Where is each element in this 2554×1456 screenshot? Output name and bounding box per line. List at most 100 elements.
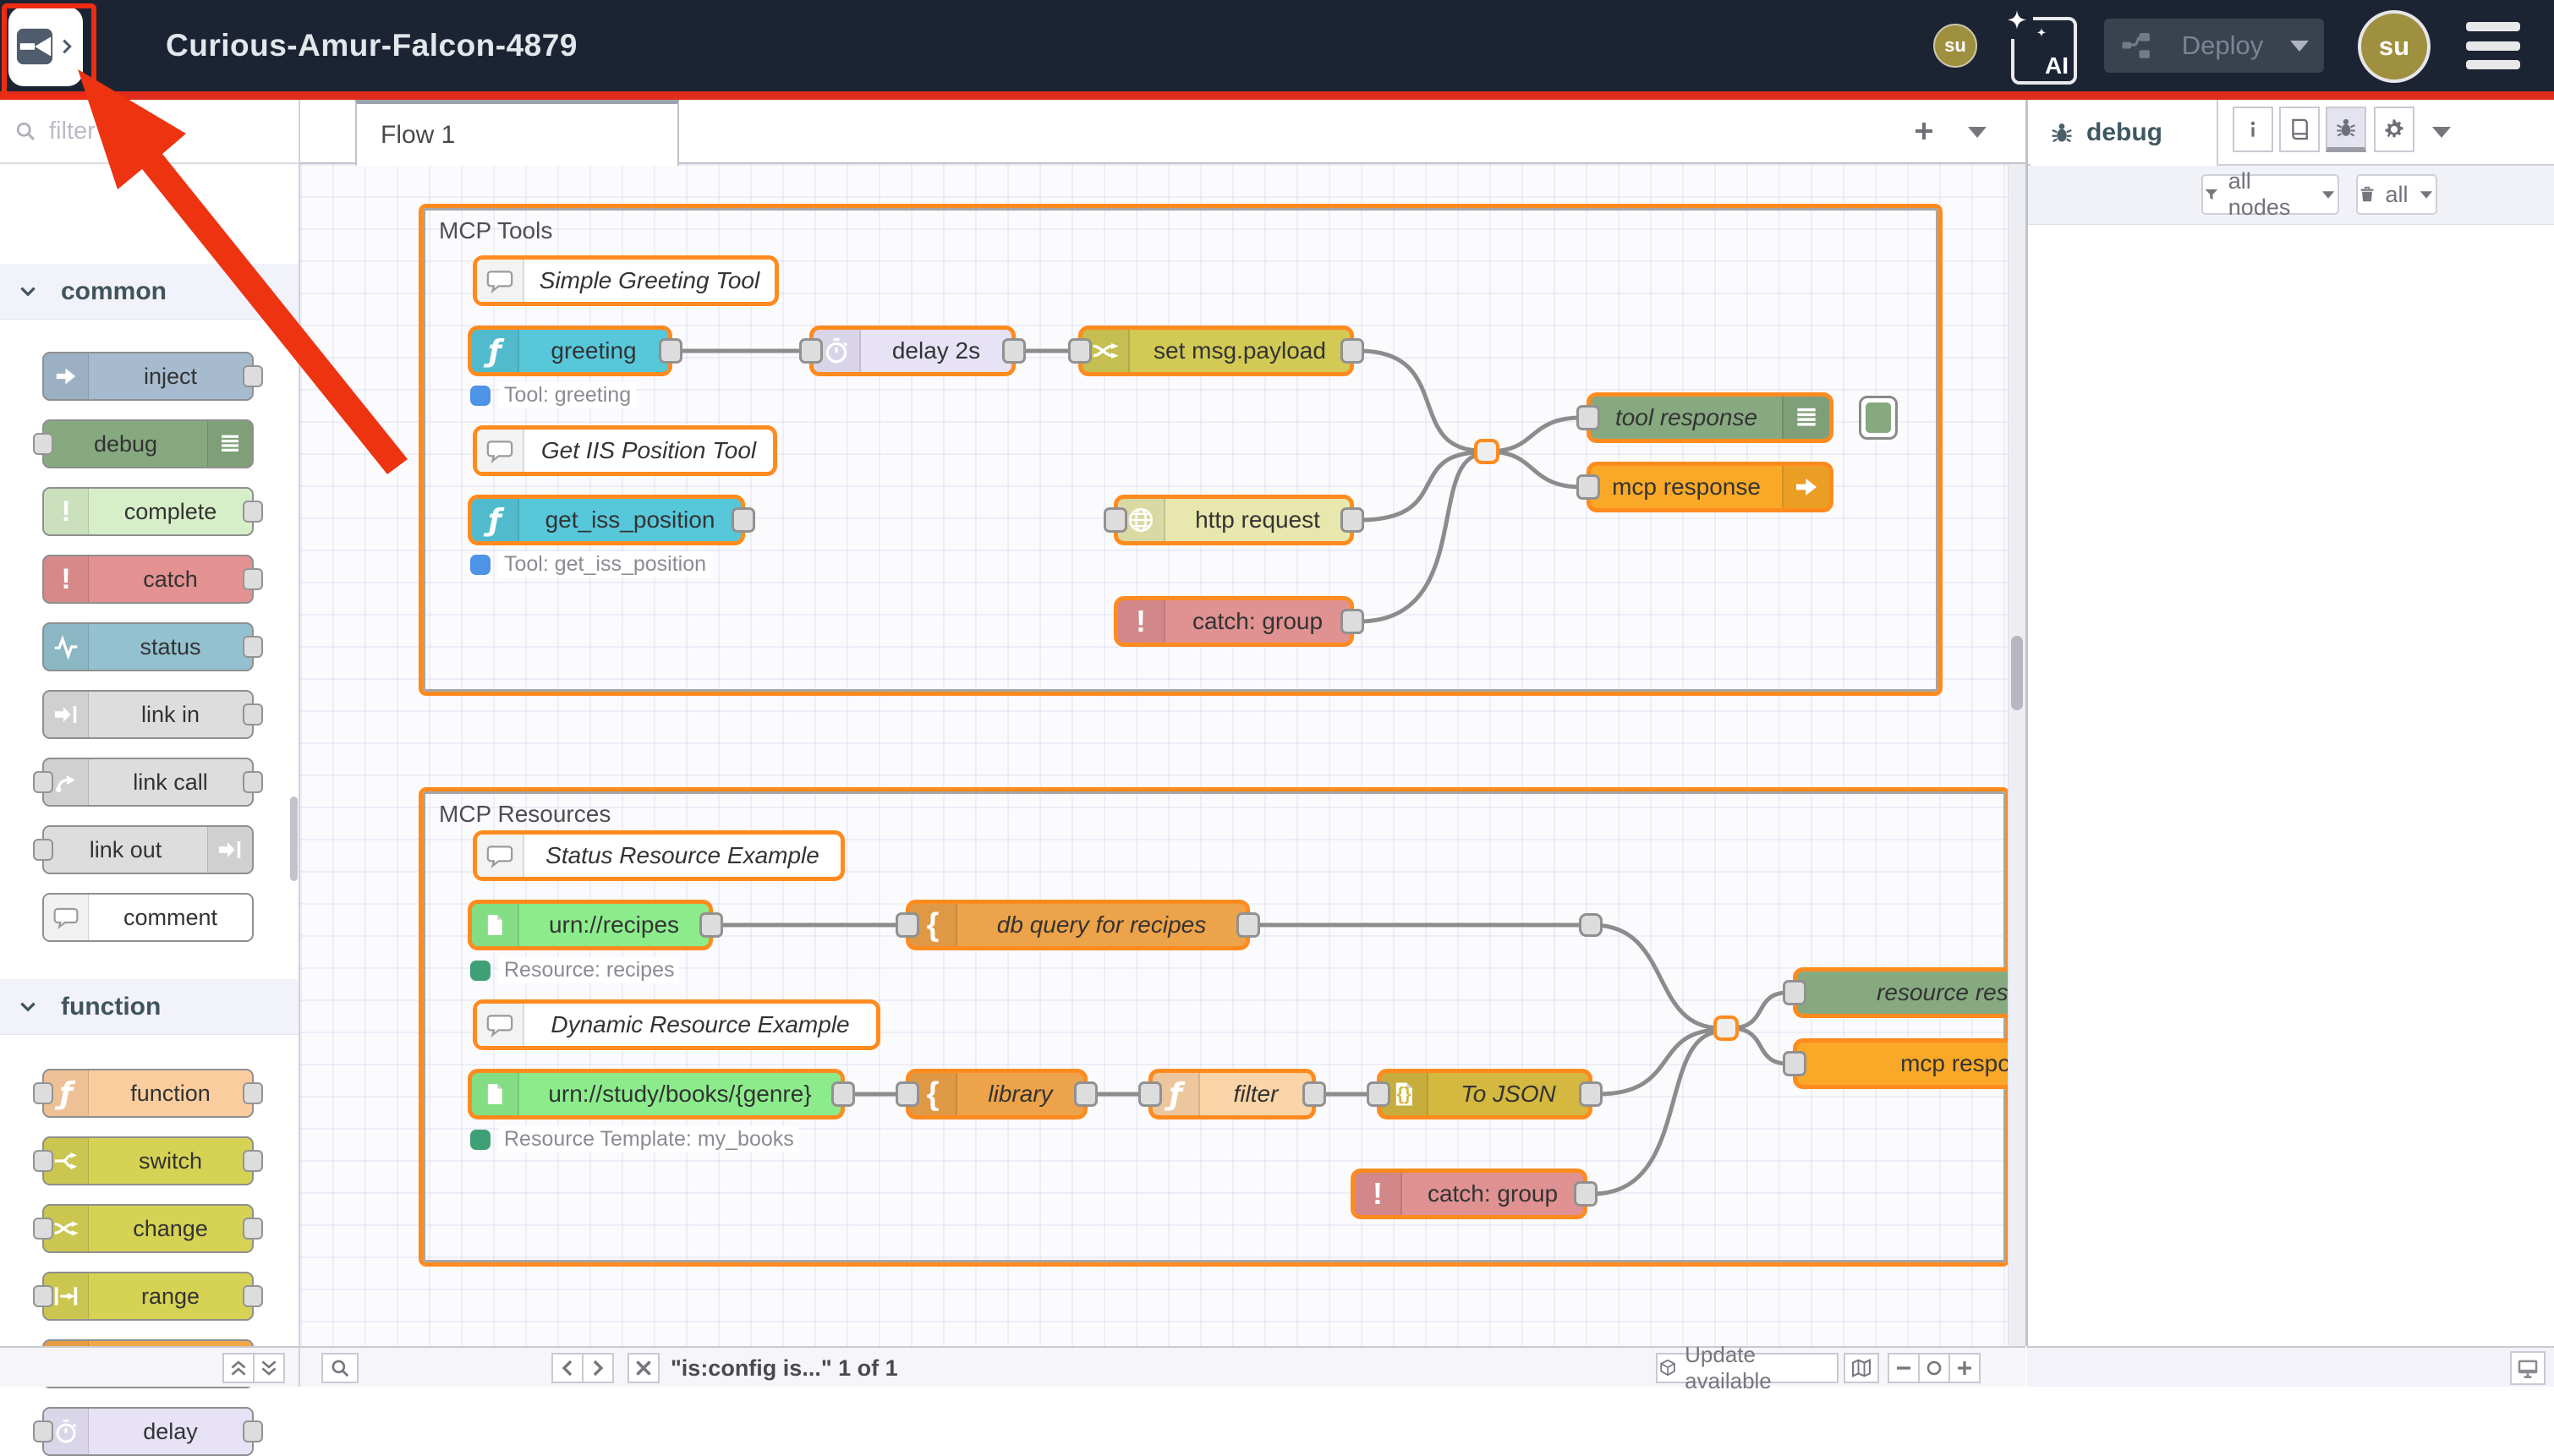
output-port[interactable] [243, 636, 263, 658]
input-port[interactable] [33, 1218, 53, 1240]
output-port[interactable] [659, 338, 682, 364]
palette-node-change[interactable]: change [42, 1204, 254, 1253]
node-greeting[interactable]: ƒ greeting [468, 326, 672, 376]
output-port[interactable] [1579, 1081, 1603, 1107]
node-mcp-response-tools[interactable]: mcp response [1587, 462, 1833, 512]
flow-canvas[interactable]: MCP Tools Simple Greeting Tool ƒ greetin… [300, 164, 2025, 1346]
wire-junction[interactable] [1474, 439, 1499, 464]
output-port[interactable] [1236, 912, 1260, 938]
canvas-scrollbar[interactable] [2008, 164, 2026, 1346]
output-port[interactable] [243, 1082, 263, 1104]
palette-node-link-in[interactable]: link in [42, 690, 254, 739]
comment-simple-greeting-tool[interactable]: Simple Greeting Tool [473, 255, 779, 306]
palette-node-link-out[interactable]: link out [42, 825, 254, 874]
output-port[interactable] [243, 703, 263, 725]
node-db-query-for-recipes[interactable]: { db query for recipes [906, 900, 1250, 950]
debug-panel-button[interactable] [2326, 107, 2366, 152]
output-port[interactable] [1002, 338, 1026, 364]
palette-category-common[interactable]: common [0, 264, 299, 320]
node-library[interactable]: { library [906, 1069, 1088, 1119]
node-http-request[interactable]: http request [1114, 495, 1354, 545]
update-available-button[interactable]: Update available [1656, 1353, 1839, 1383]
input-port[interactable] [33, 839, 53, 861]
palette-node-debug[interactable]: debug [42, 419, 254, 468]
output-port[interactable] [243, 1150, 263, 1172]
output-port[interactable] [1074, 1081, 1098, 1107]
output-port[interactable] [243, 1285, 263, 1307]
ai-assistant-button[interactable]: AI [2011, 17, 2077, 85]
output-port[interactable] [1340, 609, 1364, 634]
palette-collapse-up-button[interactable] [222, 1353, 255, 1383]
input-port[interactable] [33, 771, 53, 793]
user-badge-small[interactable]: su [1933, 24, 1977, 68]
minimap-button[interactable] [1844, 1353, 1879, 1383]
palette-node-link-call[interactable]: link call [42, 758, 254, 807]
debug-filter-button[interactable]: all nodes [2201, 174, 2339, 215]
output-port[interactable] [1340, 338, 1364, 364]
palette-scrollbar-thumb[interactable] [290, 796, 298, 881]
expand-sidebar-button[interactable] [2510, 1351, 2546, 1385]
output-port[interactable] [1340, 507, 1364, 533]
input-port[interactable] [33, 1150, 53, 1172]
info-panel-button[interactable] [2233, 107, 2273, 152]
node-tool-response[interactable]: tool response [1587, 392, 1833, 443]
output-port[interactable] [243, 568, 263, 590]
debug-enable-toggle[interactable] [1859, 396, 1898, 440]
output-port[interactable] [831, 1081, 855, 1107]
debug-message-list[interactable] [2028, 226, 2554, 1346]
zoom-reset-button[interactable] [1918, 1353, 1950, 1383]
input-port[interactable] [33, 1420, 53, 1442]
input-port[interactable] [1783, 980, 1806, 1005]
node-set-msg-payload[interactable]: set msg.payload [1078, 326, 1354, 376]
comment-dynamic-resource-example[interactable]: Dynamic Resource Example [473, 999, 880, 1050]
search-flows-button[interactable] [321, 1353, 359, 1383]
input-port[interactable] [896, 912, 919, 938]
output-port[interactable] [243, 771, 263, 793]
input-port[interactable] [1138, 1081, 1162, 1107]
node-filter[interactable]: ƒ filter [1148, 1069, 1316, 1119]
palette-node-complete[interactable]: ! complete [42, 487, 254, 536]
node-catch-group-tools[interactable]: ! catch: group [1114, 596, 1354, 647]
comment-get-iss-position-tool[interactable]: Get IIS Position Tool [473, 425, 777, 476]
palette-collapse-down-button[interactable] [253, 1353, 285, 1383]
palette-search[interactable] [0, 100, 299, 164]
search-next-button[interactable] [582, 1353, 614, 1383]
input-port[interactable] [799, 338, 823, 364]
add-flow-button[interactable] [1911, 118, 1937, 144]
output-port[interactable] [243, 1218, 263, 1240]
output-port[interactable] [243, 501, 263, 523]
flow-list-caret[interactable] [1968, 127, 1987, 138]
input-port[interactable] [1104, 507, 1127, 533]
node-mcp-response-resources[interactable]: mcp response [1793, 1038, 2025, 1089]
node-catch-group-resources[interactable]: ! catch: group [1351, 1169, 1587, 1219]
tab-flow-1[interactable]: Flow 1 [355, 100, 679, 166]
tab-debug[interactable]: debug [2031, 100, 2218, 166]
palette-node-range[interactable]: range [42, 1272, 254, 1321]
zoom-out-button[interactable] [1888, 1353, 1920, 1383]
input-port[interactable] [1576, 405, 1600, 430]
user-avatar[interactable]: su [2358, 10, 2431, 83]
help-panel-button[interactable] [2279, 107, 2320, 152]
node-get-iss-position[interactable]: ƒ get_iss_position [468, 495, 745, 545]
palette-node-switch[interactable]: switch [42, 1136, 254, 1185]
palette-node-comment[interactable]: comment [42, 893, 254, 942]
input-port[interactable] [1068, 338, 1092, 364]
input-port[interactable] [1367, 1081, 1390, 1107]
sidebar-menu-caret[interactable] [2432, 127, 2451, 138]
palette-node-status[interactable]: status [42, 622, 254, 671]
node-to-json[interactable]: {} To JSON [1377, 1069, 1592, 1119]
output-port[interactable] [1302, 1081, 1326, 1107]
debug-clear-button[interactable]: all [2356, 174, 2437, 215]
wire-junction[interactable] [1579, 913, 1603, 937]
input-port[interactable] [896, 1081, 919, 1107]
palette-node-delay[interactable]: delay [42, 1407, 254, 1456]
palette-category-function[interactable]: function [0, 979, 299, 1035]
deploy-button[interactable]: Deploy [2104, 19, 2324, 73]
input-port[interactable] [1783, 1051, 1806, 1076]
output-port[interactable] [1574, 1181, 1598, 1207]
search-prev-button[interactable] [551, 1353, 584, 1383]
input-port[interactable] [33, 1082, 53, 1104]
deploy-caret-icon[interactable] [2290, 41, 2309, 52]
output-port[interactable] [732, 507, 755, 533]
input-port[interactable] [1576, 474, 1600, 500]
